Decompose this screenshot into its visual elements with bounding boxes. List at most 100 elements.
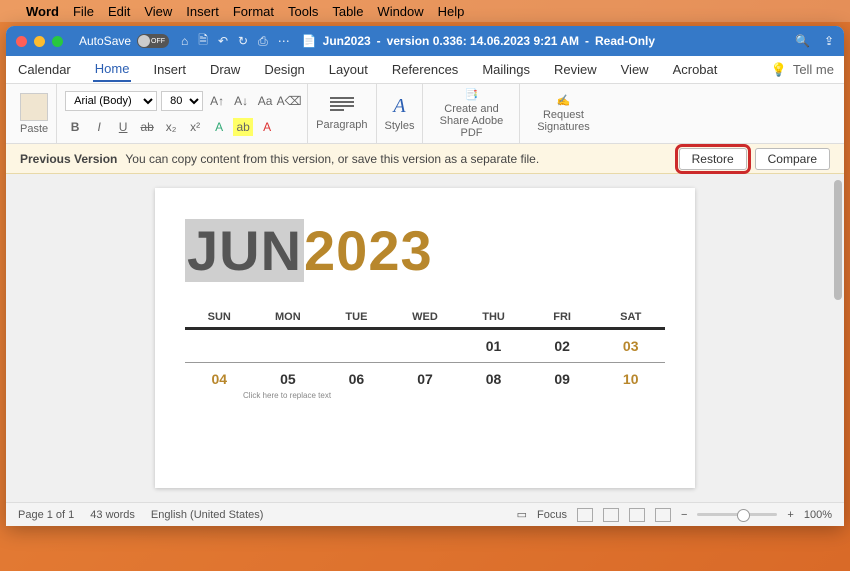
- home-icon[interactable]: ⌂: [181, 34, 188, 48]
- restore-button[interactable]: Restore: [679, 148, 747, 170]
- tab-insert[interactable]: Insert: [151, 58, 188, 81]
- calendar-row-1: 01 02 03: [185, 330, 665, 363]
- word-window: AutoSave OFF ⌂ 🗎 ↶ ↻ ⎙ ⋯ 📄 Jun2023 - ver…: [6, 26, 844, 526]
- font-name-select[interactable]: Arial (Body): [65, 91, 157, 111]
- font-color-icon[interactable]: A: [257, 118, 277, 136]
- tell-me[interactable]: 💡 Tell me: [771, 62, 834, 78]
- paste-icon[interactable]: [20, 93, 48, 121]
- tab-mailings[interactable]: Mailings: [480, 58, 532, 81]
- month-text[interactable]: JUN: [185, 219, 304, 282]
- tab-layout[interactable]: Layout: [327, 58, 370, 81]
- menu-tools[interactable]: Tools: [288, 4, 318, 19]
- day-sun: SUN: [185, 311, 254, 323]
- menu-table[interactable]: Table: [332, 4, 363, 19]
- clipboard-group: Paste: [12, 84, 57, 143]
- menu-edit[interactable]: Edit: [108, 4, 130, 19]
- print-icon[interactable]: ⎙: [258, 34, 268, 49]
- more-icon[interactable]: ⋯: [278, 34, 290, 48]
- tab-calendar[interactable]: Calendar: [16, 58, 73, 81]
- lightbulb-icon: 💡: [771, 62, 787, 78]
- tab-view[interactable]: View: [619, 58, 651, 81]
- save-icon[interactable]: 🗎: [198, 31, 208, 52]
- compare-button[interactable]: Compare: [755, 148, 830, 170]
- page-indicator[interactable]: Page 1 of 1: [18, 509, 74, 521]
- document-title: 📄 Jun2023 - version 0.336: 14.06.2023 9:…: [302, 34, 655, 48]
- signature-icon: ✍: [557, 94, 571, 107]
- draft-icon[interactable]: [655, 508, 671, 522]
- tab-home[interactable]: Home: [93, 57, 132, 82]
- adobe-share-group[interactable]: 📑 Create and Share Adobe PDF: [423, 84, 520, 143]
- italic-button[interactable]: I: [89, 118, 109, 136]
- tab-design[interactable]: Design: [262, 58, 306, 81]
- outline-icon[interactable]: [629, 508, 645, 522]
- search-icon[interactable]: 🔍: [795, 34, 810, 48]
- tab-acrobat[interactable]: Acrobat: [671, 58, 720, 81]
- paragraph-icon[interactable]: [330, 97, 354, 117]
- styles-label: Styles: [385, 120, 415, 132]
- year-text[interactable]: 2023: [304, 219, 433, 282]
- change-case-icon[interactable]: Aa: [255, 92, 275, 110]
- web-layout-icon[interactable]: [603, 508, 619, 522]
- app-name[interactable]: Word: [26, 4, 59, 19]
- undo-icon[interactable]: ↶: [218, 34, 228, 48]
- placeholder-note[interactable]: Click here to replace text: [185, 391, 665, 400]
- create-share-label: Create and Share Adobe PDF: [431, 103, 511, 139]
- clear-format-icon[interactable]: A⌫: [279, 92, 299, 110]
- text-effects-icon[interactable]: A: [209, 118, 229, 136]
- bold-button[interactable]: B: [65, 118, 85, 136]
- menu-format[interactable]: Format: [233, 4, 274, 19]
- focus-label[interactable]: Focus: [537, 509, 567, 521]
- menu-view[interactable]: View: [144, 4, 172, 19]
- calendar-title: JUN2023: [185, 218, 665, 283]
- menu-help[interactable]: Help: [438, 4, 465, 19]
- toggle-switch[interactable]: OFF: [137, 34, 169, 48]
- pdf-icon: 📑: [465, 88, 479, 101]
- titlebar: AutoSave OFF ⌂ 🗎 ↶ ↻ ⎙ ⋯ 📄 Jun2023 - ver…: [6, 26, 844, 56]
- underline-button[interactable]: U: [113, 118, 133, 136]
- autosave-label: AutoSave: [79, 34, 131, 48]
- focus-icon[interactable]: ▭: [517, 508, 527, 521]
- close-icon[interactable]: [16, 36, 27, 47]
- ribbon-tabs: Calendar Home Insert Draw Design Layout …: [6, 56, 844, 84]
- word-count[interactable]: 43 words: [90, 509, 135, 521]
- document-area: JUN2023 SUN MON TUE WED THU FRI SAT 01 0…: [6, 174, 844, 502]
- font-size-select[interactable]: 80: [161, 91, 203, 111]
- version-msg: You can copy content from this version, …: [125, 152, 539, 166]
- day-wed: WED: [391, 311, 460, 323]
- strike-button[interactable]: ab: [137, 118, 157, 136]
- request-sig-label: Request Signatures: [528, 109, 598, 133]
- subscript-button[interactable]: x₂: [161, 118, 181, 136]
- previous-version-bar: Previous Version You can copy content fr…: [6, 144, 844, 174]
- day-mon: MON: [254, 311, 323, 323]
- menu-insert[interactable]: Insert: [186, 4, 219, 19]
- zoom-in-button[interactable]: +: [787, 509, 793, 521]
- day-fri: FRI: [528, 311, 597, 323]
- share-icon[interactable]: ⇪: [824, 34, 834, 48]
- maximize-icon[interactable]: [52, 36, 63, 47]
- zoom-level[interactable]: 100%: [804, 509, 832, 521]
- print-layout-icon[interactable]: [577, 508, 593, 522]
- styles-icon[interactable]: A: [393, 95, 405, 118]
- zoom-slider[interactable]: [697, 513, 777, 516]
- superscript-button[interactable]: x²: [185, 118, 205, 136]
- paragraph-group: Paragraph: [308, 84, 376, 143]
- zoom-out-button[interactable]: −: [681, 509, 687, 521]
- minimize-icon[interactable]: [34, 36, 45, 47]
- adobe-sign-group[interactable]: ✍ Request Signatures: [520, 84, 606, 143]
- tab-draw[interactable]: Draw: [208, 58, 242, 81]
- calendar-header: SUN MON TUE WED THU FRI SAT: [185, 311, 665, 330]
- increase-font-icon[interactable]: A↑: [207, 92, 227, 110]
- language-indicator[interactable]: English (United States): [151, 509, 264, 521]
- ribbon: Paste Arial (Body) 80 A↑ A↓ Aa A⌫ B I U …: [6, 84, 844, 144]
- quick-access-toolbar: ⌂ 🗎 ↶ ↻ ⎙ ⋯: [181, 31, 290, 52]
- autosave-toggle[interactable]: AutoSave OFF: [79, 34, 169, 48]
- menu-window[interactable]: Window: [377, 4, 423, 19]
- decrease-font-icon[interactable]: A↓: [231, 92, 251, 110]
- tab-references[interactable]: References: [390, 58, 460, 81]
- tab-review[interactable]: Review: [552, 58, 599, 81]
- scrollbar[interactable]: [834, 180, 842, 300]
- menu-file[interactable]: File: [73, 4, 94, 19]
- redo-icon[interactable]: ↻: [238, 34, 248, 48]
- status-bar: Page 1 of 1 43 words English (United Sta…: [6, 502, 844, 526]
- highlight-icon[interactable]: ab: [233, 118, 253, 136]
